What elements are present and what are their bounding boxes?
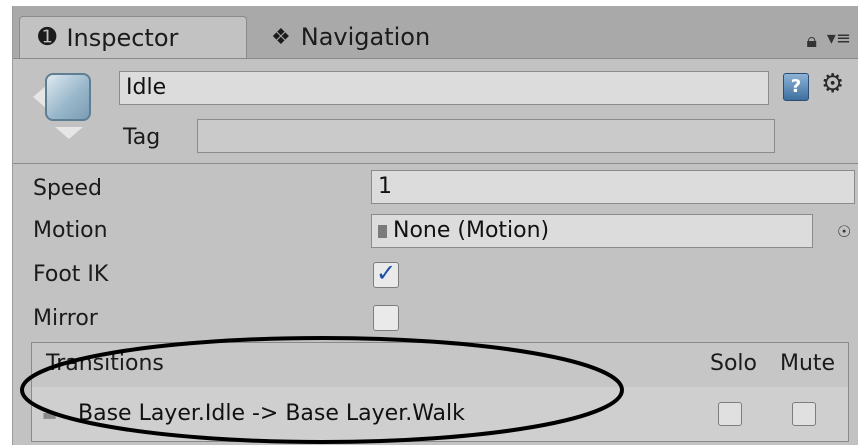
- speed-label: Speed: [33, 176, 102, 201]
- object-picker-icon[interactable]: ☉: [837, 222, 851, 241]
- motion-value: None (Motion): [393, 218, 550, 243]
- navigation-icon: ❖: [271, 24, 291, 50]
- info-icon: ➊: [38, 25, 57, 50]
- lock-icon[interactable]: 🔒︎: [806, 28, 817, 52]
- tab-inspector-label: Inspector: [66, 23, 179, 52]
- state-name-field[interactable]: Idle: [119, 71, 769, 105]
- gear-icon[interactable]: ⚙: [821, 69, 844, 99]
- drag-handle-icon[interactable]: ▬: [42, 405, 57, 424]
- inspector-window: ➊ Inspector ❖ Navigation 🔒︎ ▾≡ Idle ? ⚙ …: [12, 6, 858, 445]
- help-icon[interactable]: ?: [783, 73, 809, 101]
- transitions-header: Transitions Solo Mute: [32, 343, 848, 388]
- tab-navigation-label: Navigation: [300, 23, 431, 51]
- tab-menu-icon[interactable]: ▾≡: [827, 28, 851, 49]
- speed-field[interactable]: 1: [371, 170, 855, 204]
- solo-checkbox[interactable]: [718, 402, 742, 426]
- foot-ik-checkbox[interactable]: ✓: [373, 259, 399, 288]
- solo-column-header: Solo: [710, 351, 757, 376]
- tab-bar: ➊ Inspector ❖ Navigation 🔒︎ ▾≡: [13, 6, 858, 59]
- transitions-title: Transitions: [46, 351, 164, 376]
- mirror-label: Mirror: [33, 306, 98, 331]
- animator-state-icon: [33, 73, 99, 145]
- motion-label: Motion: [33, 218, 108, 243]
- tag-field[interactable]: [197, 119, 775, 153]
- inspector-header: Idle ? ⚙ Tag: [13, 59, 858, 164]
- foot-ik-label: Foot IK: [33, 262, 109, 287]
- mirror-checkbox[interactable]: [373, 305, 399, 331]
- mute-column-header: Mute: [780, 351, 836, 376]
- mute-checkbox[interactable]: [792, 402, 816, 426]
- transitions-panel: Transitions Solo Mute ▬ Base Layer.Idle …: [31, 342, 849, 442]
- tag-label: Tag: [123, 125, 161, 150]
- transition-row[interactable]: ▬ Base Layer.Idle -> Base Layer.Walk: [32, 387, 848, 441]
- transition-label: Base Layer.Idle -> Base Layer.Walk: [78, 401, 465, 426]
- tab-inspector[interactable]: ➊ Inspector: [19, 16, 247, 58]
- motion-field[interactable]: None (Motion): [371, 214, 813, 248]
- tab-navigation[interactable]: ❖ Navigation: [265, 16, 485, 58]
- checkmark-icon: ✓: [376, 259, 397, 287]
- motion-clip-icon: [378, 225, 387, 238]
